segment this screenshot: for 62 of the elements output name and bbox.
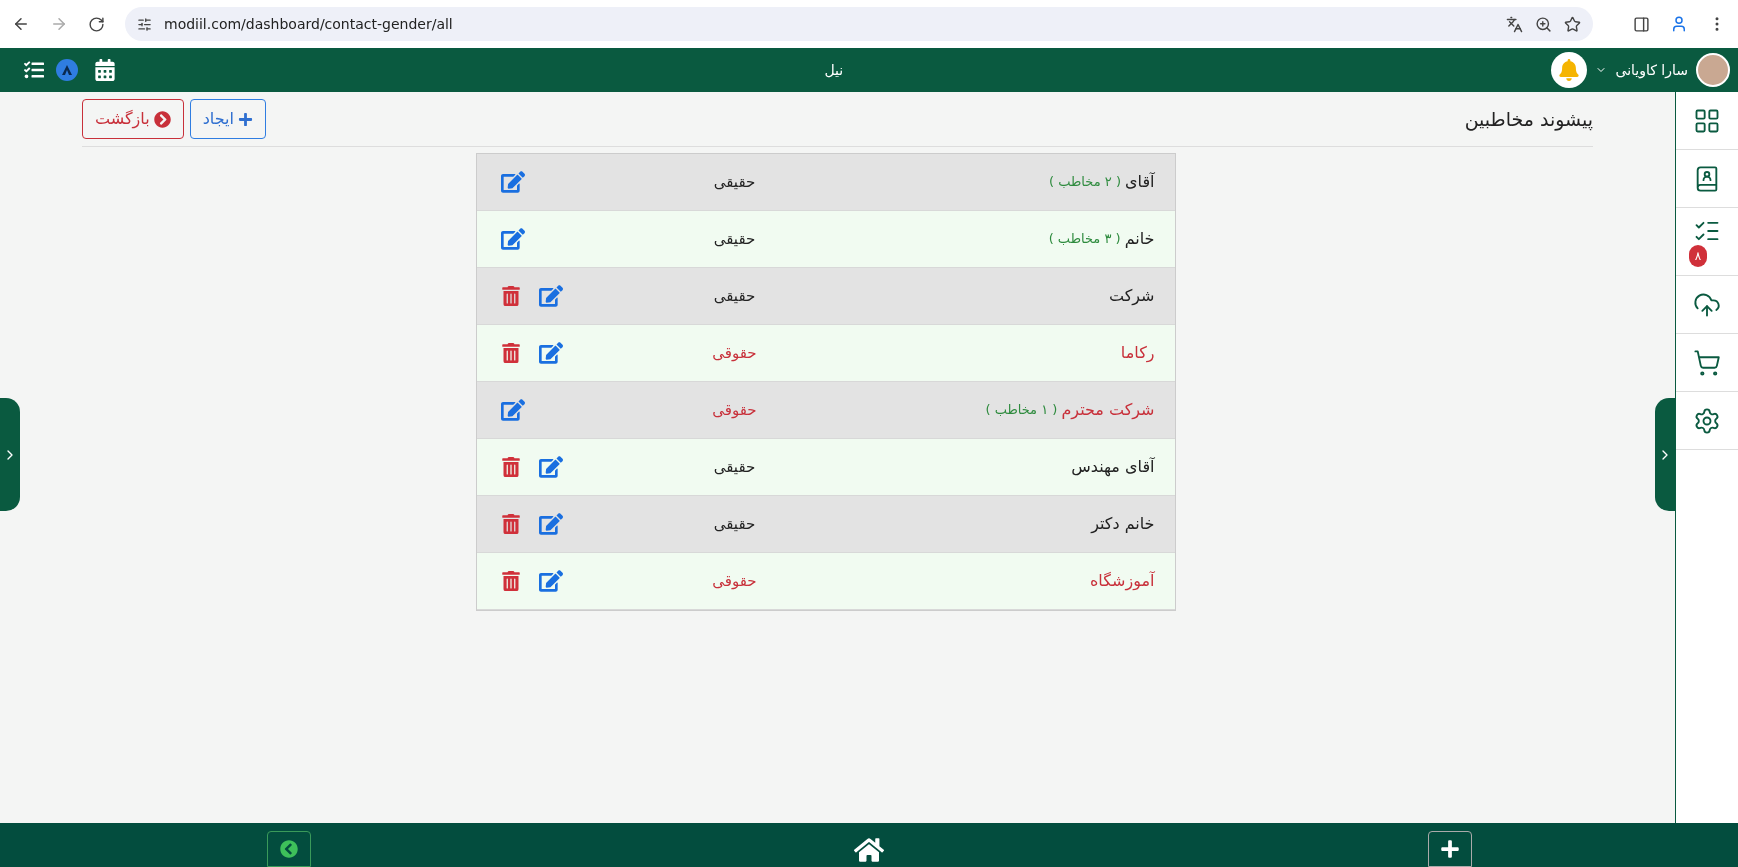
left-drawer-tab[interactable] bbox=[0, 398, 20, 511]
trash-icon[interactable] bbox=[500, 343, 521, 363]
back-button[interactable]: بازگشت bbox=[82, 99, 184, 139]
prefix-name: آقای مهندس bbox=[1071, 456, 1155, 479]
url-text: modiil.com/dashboard/contact-gender/all bbox=[164, 14, 453, 34]
edit-icon[interactable] bbox=[500, 227, 525, 251]
type-label: حقوقی bbox=[712, 570, 757, 592]
user-name[interactable]: سارا کاویانی bbox=[1615, 59, 1688, 81]
trash-icon[interactable] bbox=[500, 571, 521, 591]
edit-icon[interactable] bbox=[500, 398, 525, 422]
prefix-name: آموزشگاه bbox=[1090, 570, 1155, 593]
edit-icon[interactable] bbox=[538, 341, 563, 365]
prefix-name: رکاما bbox=[1120, 342, 1155, 365]
count-badge: ۸ bbox=[1689, 244, 1707, 267]
bookmark-star-icon[interactable] bbox=[1564, 15, 1581, 33]
type-label: حقیقی bbox=[713, 228, 756, 250]
home-icon[interactable] bbox=[854, 835, 884, 865]
trash-icon[interactable] bbox=[500, 457, 521, 477]
trash-icon[interactable] bbox=[500, 286, 521, 306]
header-title: نیل bbox=[824, 60, 844, 80]
back-icon[interactable] bbox=[12, 15, 30, 33]
prefix-name: خانم دکتر bbox=[1091, 513, 1155, 536]
notification-bell-icon[interactable] bbox=[1551, 52, 1588, 88]
prefix-name: شرکت bbox=[1108, 285, 1155, 308]
calendar-icon[interactable] bbox=[94, 59, 116, 81]
edit-icon[interactable] bbox=[500, 170, 525, 194]
trash-icon[interactable] bbox=[500, 514, 521, 534]
profile-icon[interactable] bbox=[1670, 15, 1688, 33]
prefix-name: خانم bbox=[1124, 228, 1155, 250]
type-label: حقوقی bbox=[712, 399, 757, 421]
edit-icon[interactable] bbox=[538, 284, 563, 308]
plus-icon bbox=[237, 111, 253, 127]
address-bar[interactable]: modiil.com/dashboard/contact-gender/all bbox=[125, 7, 1593, 41]
type-label: حقوقی bbox=[712, 342, 757, 364]
site-settings-icon[interactable] bbox=[137, 16, 152, 32]
right-drawer-tab[interactable] bbox=[1655, 398, 1675, 511]
cart-icon[interactable] bbox=[1693, 348, 1721, 377]
edit-icon[interactable] bbox=[538, 569, 563, 593]
contact-count: ( ۲ مخاطب ) bbox=[1049, 173, 1121, 192]
settings-icon[interactable] bbox=[1693, 406, 1721, 435]
create-button[interactable]: ایجاد bbox=[189, 99, 266, 139]
back-nav-button[interactable] bbox=[267, 831, 311, 867]
task-list-icon[interactable] bbox=[24, 60, 44, 80]
contact-count: ( ۳ مخاطب ) bbox=[1048, 230, 1121, 249]
edit-icon[interactable] bbox=[538, 512, 563, 536]
zoom-icon[interactable] bbox=[1535, 15, 1552, 33]
page-title: پیشوند مخاطبین bbox=[1464, 106, 1593, 133]
prefix-name: شرکت محترم bbox=[1061, 399, 1155, 422]
type-label: حقیقی bbox=[713, 285, 756, 307]
user-avatar[interactable] bbox=[1696, 53, 1730, 87]
type-label: حقیقی bbox=[713, 456, 756, 478]
side-panel-icon[interactable] bbox=[1633, 15, 1650, 33]
app-logo-icon[interactable] bbox=[56, 59, 78, 81]
add-button[interactable] bbox=[1428, 831, 1472, 867]
contact-count: ( ۱ مخاطب ) bbox=[985, 401, 1058, 420]
reload-icon[interactable] bbox=[88, 15, 105, 33]
prefix-name: آقای bbox=[1125, 171, 1155, 193]
type-label: حقیقی bbox=[713, 513, 756, 535]
edit-icon[interactable] bbox=[538, 455, 563, 479]
type-label: حقیقی bbox=[713, 171, 756, 193]
translate-icon[interactable] bbox=[1506, 15, 1523, 33]
plus-icon bbox=[1440, 839, 1460, 859]
